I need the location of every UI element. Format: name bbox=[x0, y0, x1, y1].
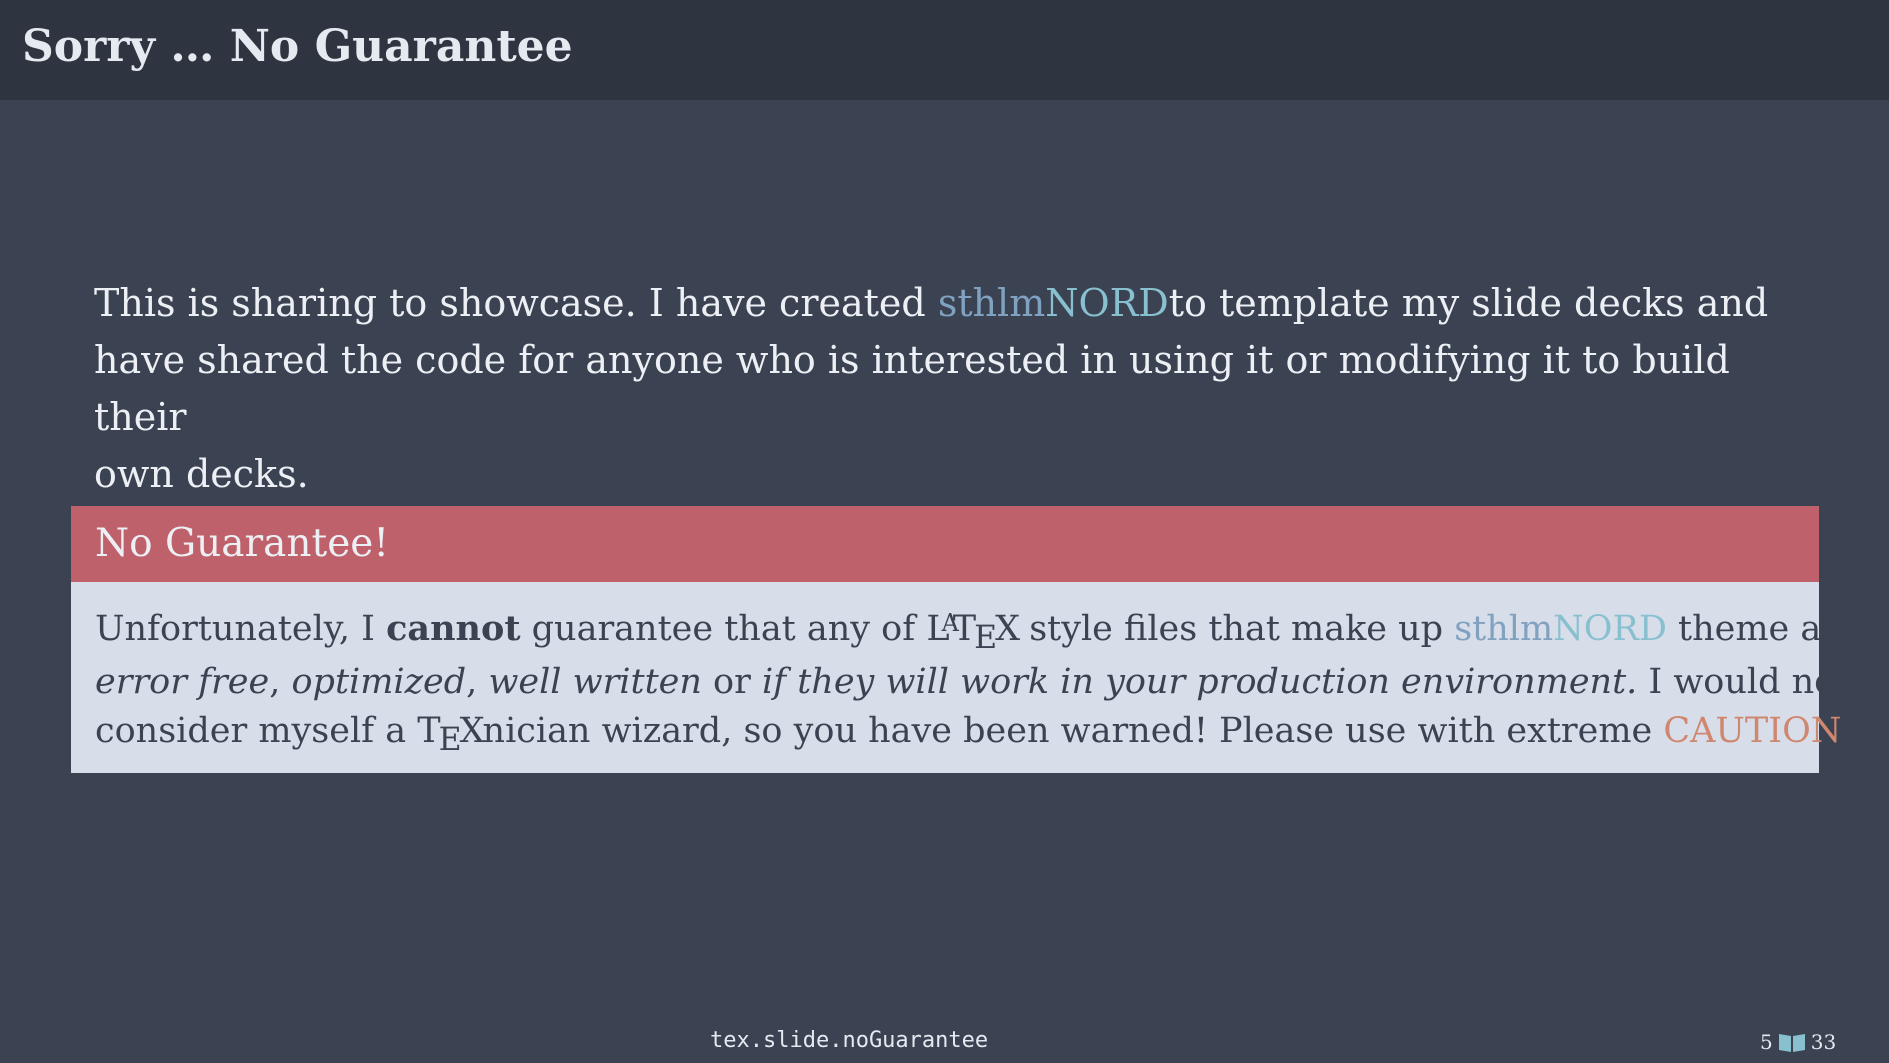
latex-logo-e: E bbox=[974, 620, 997, 656]
emphasis-optimized: optimized bbox=[291, 661, 467, 702]
alert-line-2: error free, optimized, well written or i… bbox=[95, 658, 1849, 708]
brand-name-nord: NORD bbox=[1045, 281, 1169, 325]
alert-text: theme are bbox=[1666, 609, 1859, 649]
alert-text: consider myself a bbox=[95, 711, 418, 751]
brand-name-sthlm: sthlm bbox=[1454, 609, 1554, 649]
alert-block-body: Unfortunately, I cannot guarantee that a… bbox=[71, 582, 1859, 773]
latex-logo-x: X bbox=[995, 609, 1020, 649]
footer-label: tex.slide.noGuarantee bbox=[710, 1028, 989, 1053]
alert-text: , bbox=[466, 661, 489, 702]
latex-logo: LATEX bbox=[926, 609, 1020, 656]
brand-name-sthlm: sthlm bbox=[937, 281, 1046, 325]
alert-block-title: No Guarantee! bbox=[71, 506, 1819, 582]
tex-logo-t: T bbox=[417, 711, 440, 751]
alert-block: No Guarantee! Unfortunately, I cannot gu… bbox=[71, 506, 1859, 773]
emphasis-cannot: cannot bbox=[386, 608, 521, 649]
intro-text-line1-end: to template my slide decks and bbox=[1168, 281, 1769, 325]
tex-logo-e: E bbox=[438, 722, 462, 758]
emphasis-error-free: error free bbox=[95, 661, 270, 702]
page-current: 5 bbox=[1760, 1030, 1773, 1054]
emphasis-production: if they will work in your production env… bbox=[761, 661, 1638, 702]
intro-paragraph: This is sharing to showcase. I have crea… bbox=[94, 275, 1814, 503]
alert-text: or bbox=[701, 661, 762, 702]
intro-text-line2: have shared the code for anyone who is i… bbox=[94, 338, 1730, 439]
book-icon bbox=[1777, 1031, 1807, 1053]
latex-logo-a: A bbox=[941, 609, 959, 637]
emphasis-well-written: well written bbox=[488, 661, 702, 702]
caution-word: CAUTION bbox=[1663, 711, 1840, 751]
alert-line-1: Unfortunately, I cannot guarantee that a… bbox=[95, 604, 1859, 658]
slide: Sorry … No Guarantee This is sharing to … bbox=[0, 0, 1889, 1063]
alert-text: guarantee that any of bbox=[520, 609, 927, 649]
brand-name-nord: NORD bbox=[1553, 609, 1667, 649]
alert-line-3: consider myself a TEXnician wizard, so y… bbox=[95, 707, 1850, 758]
alert-text: style files that make up bbox=[1018, 609, 1455, 649]
page-total: 33 bbox=[1810, 1030, 1837, 1054]
page-counter: 5 33 bbox=[1760, 1031, 1836, 1053]
frame-title-bar: Sorry … No Guarantee bbox=[0, 0, 1889, 100]
alert-text: . bbox=[1839, 711, 1851, 751]
intro-text-line3: own decks. bbox=[94, 452, 309, 496]
alert-text: Unfortunately, I bbox=[95, 609, 387, 649]
frame-title: Sorry … No Guarantee bbox=[22, 21, 573, 72]
alert-text: I would not bbox=[1637, 661, 1850, 702]
tex-logo: TEX bbox=[417, 711, 485, 758]
intro-text-start: This is sharing to showcase. I have crea… bbox=[94, 281, 938, 325]
tex-logo-x: X bbox=[459, 711, 485, 751]
alert-text: , bbox=[269, 661, 292, 702]
alert-text: nician wizard, so you have been warned! … bbox=[482, 711, 1664, 751]
